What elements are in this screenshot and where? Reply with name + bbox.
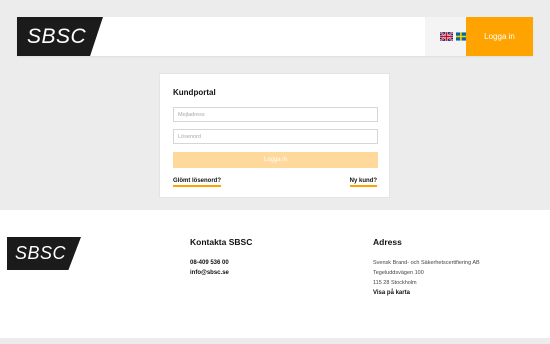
- contact-section: Kontakta SBSC 08-409 536 00 info@sbsc.se: [190, 237, 252, 278]
- footer: SBSC Kontakta SBSC 08-409 536 00 info@sb…: [0, 210, 550, 338]
- submit-login-button[interactable]: Logga in: [173, 152, 378, 168]
- address-company: Svensk Brand- och Säkerhetscertifiering …: [373, 260, 480, 266]
- footer-logo: SBSC: [7, 237, 81, 270]
- address-street: Tegeluddsvägen 100: [373, 270, 424, 276]
- forgot-password-link[interactable]: Glömt lösenord?: [173, 178, 221, 187]
- en-flag-icon[interactable]: [439, 32, 453, 41]
- contact-phone[interactable]: 08-409 536 00: [190, 258, 252, 268]
- login-button[interactable]: Logga in: [466, 17, 533, 56]
- map-link[interactable]: Visa på karta: [373, 290, 410, 296]
- contact-email[interactable]: info@sbsc.se: [190, 270, 229, 276]
- new-customer-link[interactable]: Ny kund?: [349, 178, 377, 187]
- address-heading: Adress: [373, 237, 402, 247]
- address-section: Adress Svensk Brand- och Säkerhetscertif…: [373, 237, 480, 298]
- top-header: SBSC Logga in: [17, 17, 533, 56]
- bottom-divider: [0, 338, 550, 344]
- email-field[interactable]: [173, 107, 378, 122]
- address-city: 115 28 Stockholm: [373, 280, 417, 286]
- contact-heading: Kontakta SBSC: [190, 237, 253, 247]
- login-card: Kundportal Logga in Glömt lösenord? Ny k…: [159, 73, 390, 198]
- password-field[interactable]: [173, 129, 378, 144]
- login-title: Kundportal: [173, 88, 216, 97]
- sbsc-logo[interactable]: SBSC: [17, 17, 103, 56]
